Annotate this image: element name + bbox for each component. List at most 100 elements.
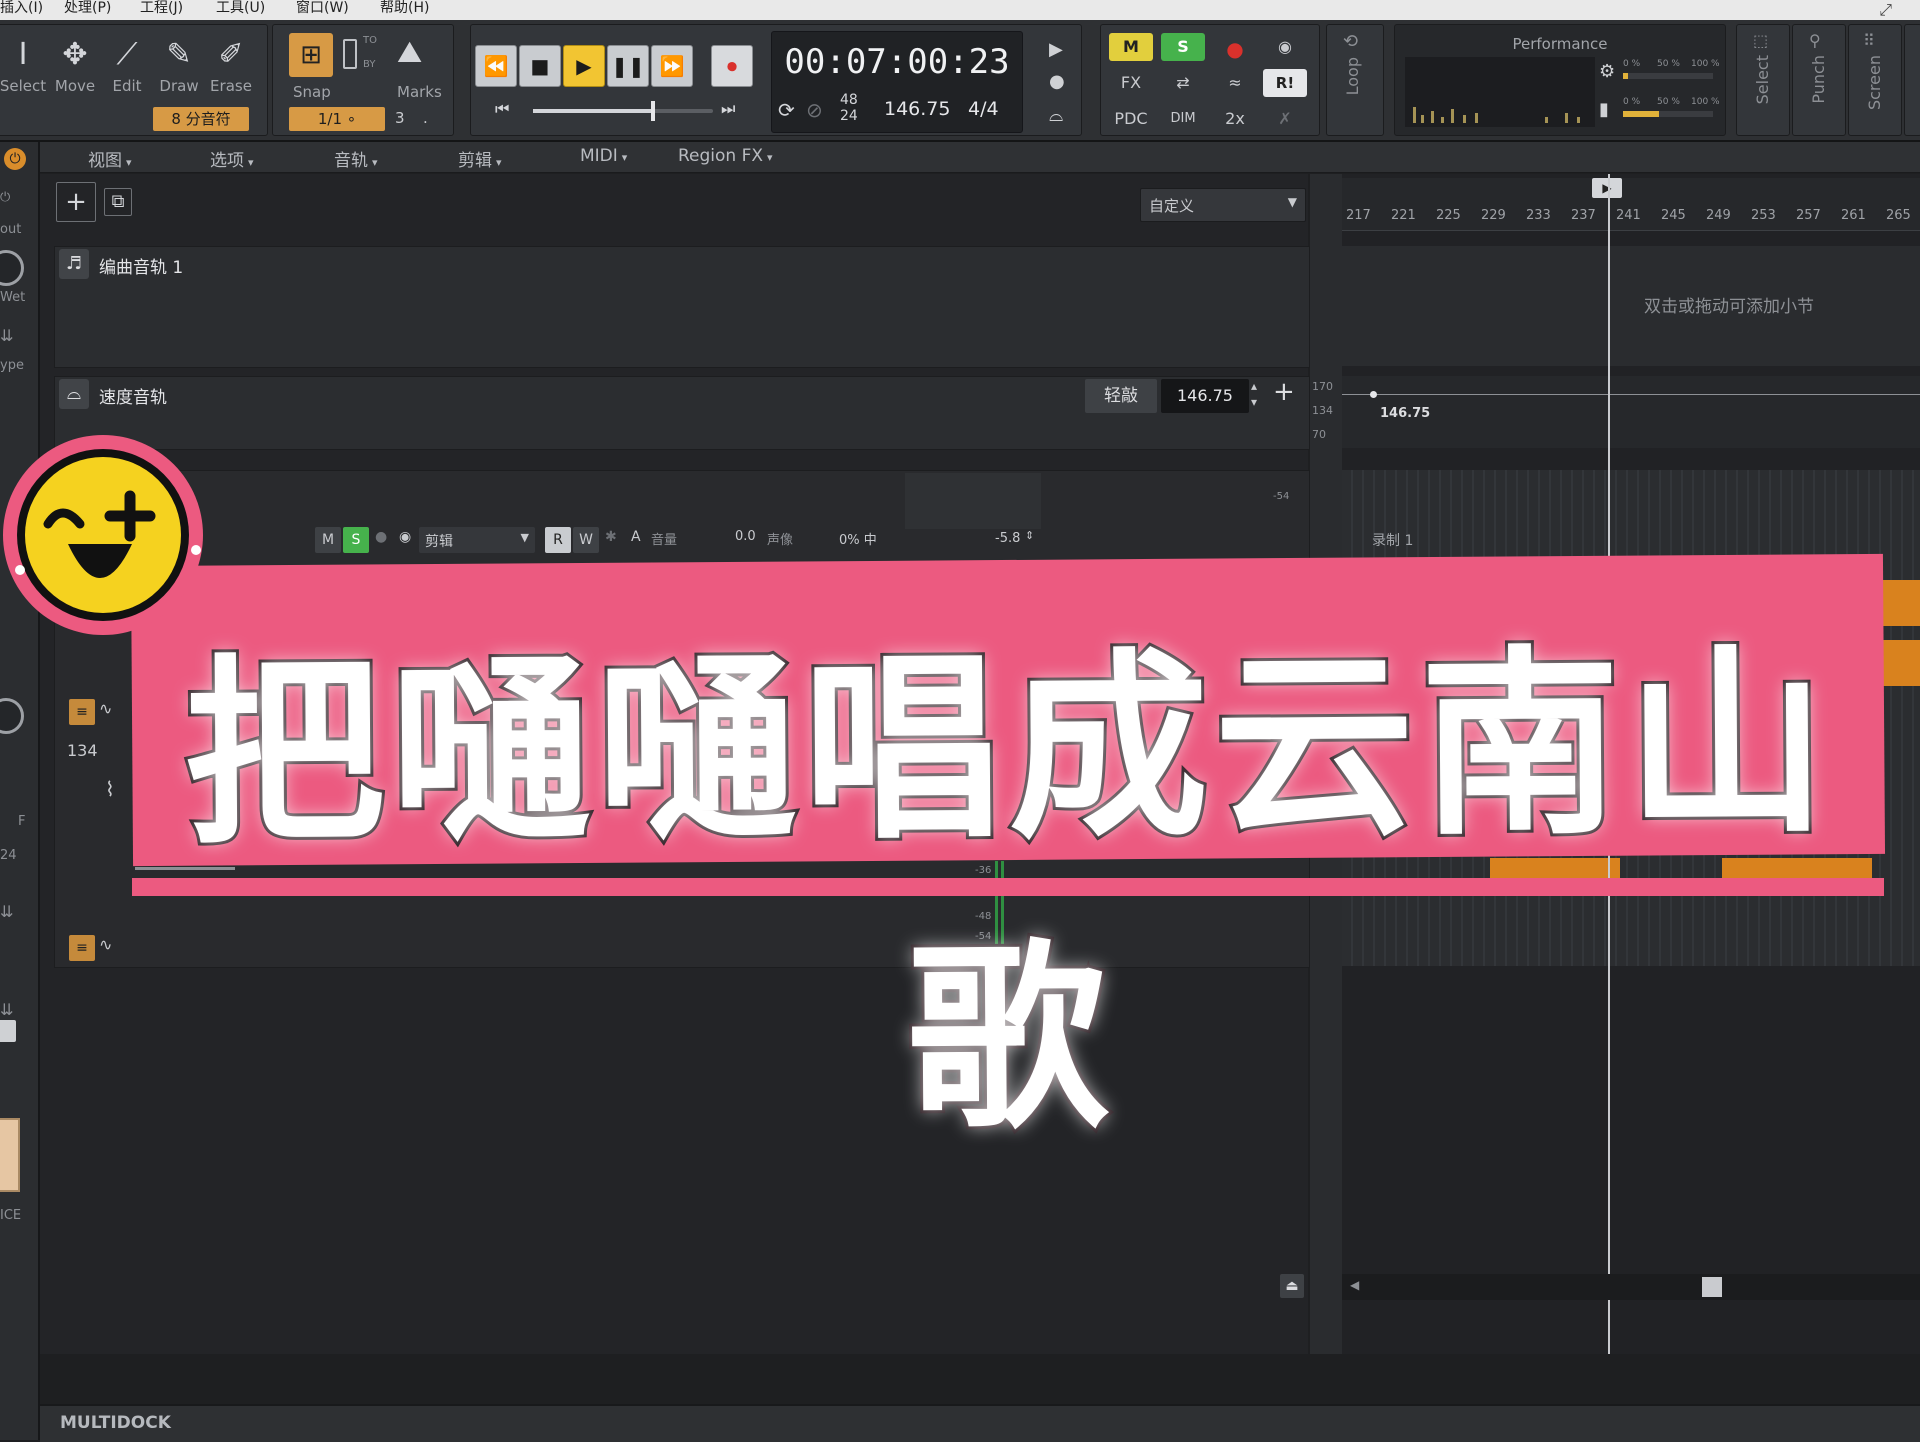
- speaker-icon[interactable]: ◉: [1263, 37, 1307, 56]
- expand-chevron-icon-3[interactable]: ⇊: [0, 1000, 13, 1019]
- tap-tempo-button[interactable]: 轻敲: [1085, 379, 1157, 413]
- go-to-end-icon[interactable]: ⏭: [721, 99, 735, 119]
- note-value-dropdown[interactable]: 8 分音符: [153, 107, 249, 131]
- track-mute-button[interactable]: M: [315, 527, 341, 553]
- tempo-track-name[interactable]: 速度音轨: [99, 383, 167, 408]
- tempo-spinner-up-icon[interactable]: ▴: [1251, 379, 1257, 393]
- monitor-icon[interactable]: ⇄: [1161, 73, 1205, 92]
- pan-value[interactable]: 0% 中: [839, 529, 877, 548]
- timeline-ruler[interactable]: 217 221 225 229 233 237 241 245 249 253 257 261 265 …: [1342, 178, 1920, 231]
- track-layout-button[interactable]: ≡: [69, 699, 95, 725]
- snap-toggle[interactable]: ⊞: [289, 33, 333, 77]
- horizontal-scrollbar[interactable]: ◀: [1342, 1274, 1920, 1300]
- stop-button[interactable]: ■: [519, 45, 561, 87]
- select-range-icon[interactable]: ⬚: [1753, 31, 1768, 50]
- punch-icon[interactable]: ⚲: [1809, 31, 1821, 50]
- tempo-node[interactable]: [1370, 391, 1377, 398]
- solo-all-button[interactable]: S: [1161, 33, 1205, 61]
- marks-icon[interactable]: ⛰: [397, 35, 422, 70]
- add-track-button[interactable]: +: [56, 182, 96, 222]
- draw-tool[interactable]: ✎ Draw: [153, 35, 205, 95]
- move-tool[interactable]: ✥ Move: [49, 35, 101, 95]
- view-menu-midi[interactable]: MIDI ▾: [580, 146, 627, 166]
- record-button[interactable]: ⏺: [711, 45, 753, 87]
- tempo-value-field[interactable]: 146.75: [1161, 379, 1249, 413]
- multidock-bar[interactable]: MULTIDOCK: [40, 1404, 1920, 1442]
- snap-value-dropdown[interactable]: 1/1 ∘: [289, 107, 385, 131]
- arranger-track[interactable]: ♬ 编曲音轨 1: [54, 246, 1310, 368]
- expand-chevron-icon[interactable]: ⇊: [0, 326, 13, 345]
- automation-lane-icon-2[interactable]: ∿: [99, 935, 112, 954]
- expand-icon[interactable]: ⤢: [1879, 0, 1892, 20]
- power-small-icon[interactable]: ⏻: [0, 190, 10, 205]
- arranger-clip-lane[interactable]: 双击或拖动可添加小节: [1342, 246, 1920, 366]
- wet-knob[interactable]: [0, 250, 24, 286]
- tempo-readout[interactable]: 146.75: [884, 98, 950, 120]
- tempo-spinner-down-icon[interactable]: ▾: [1251, 395, 1257, 409]
- mute-all-button[interactable]: M: [1109, 33, 1153, 61]
- menu-help[interactable]: 帮助(H): [380, 0, 429, 16]
- metronome-icon[interactable]: ⌓: [1049, 105, 1063, 126]
- duplicate-track-button[interactable]: ⧉: [104, 188, 132, 216]
- menu-process[interactable]: 处理(P): [64, 0, 111, 16]
- go-to-start-icon[interactable]: ⏮: [495, 99, 509, 119]
- now-time-marker[interactable]: ▶: [1592, 178, 1622, 198]
- metronome-off-icon[interactable]: ⊘: [806, 98, 823, 122]
- pdc-button[interactable]: PDC: [1105, 109, 1157, 128]
- automation-icon[interactable]: ≈: [1213, 73, 1257, 92]
- tempo-lane[interactable]: 170 134 70 146.75: [1312, 376, 1920, 448]
- write-automation-button[interactable]: W: [573, 527, 599, 553]
- track-arm-icon[interactable]: ●: [375, 529, 387, 545]
- track-layout-button-2[interactable]: ≡: [69, 935, 95, 961]
- track-monitor-icon[interactable]: ◉: [399, 529, 411, 545]
- edit-tool[interactable]: ⟋ Edit: [101, 35, 153, 95]
- rewind-button[interactable]: ⏪: [475, 45, 517, 87]
- menu-tools[interactable]: 工具(U): [216, 0, 265, 16]
- track-mode-dropdown[interactable]: 剪辑 ▼: [419, 527, 535, 553]
- position-slider[interactable]: [533, 101, 713, 121]
- screenset-grid-icon[interactable]: ⠿: [1863, 31, 1875, 50]
- play-small-icon[interactable]: ▶: [1049, 39, 1063, 60]
- menu-insert[interactable]: 插入(I): [0, 0, 43, 16]
- automation-lane-icon[interactable]: ∿: [99, 699, 112, 718]
- collapse-dock-button[interactable]: ⏏: [1280, 1274, 1304, 1298]
- record-arm-icon[interactable]: ●: [1213, 37, 1257, 61]
- position-slider-handle[interactable]: [651, 101, 655, 121]
- dim-button[interactable]: DIM: [1161, 111, 1205, 126]
- menu-window[interactable]: 窗口(W): [296, 0, 349, 16]
- tempo-track[interactable]: ⌓ 速度音轨 轻敲 146.75 ▴ ▾ +: [54, 376, 1310, 450]
- read-all-button[interactable]: R!: [1263, 69, 1307, 97]
- peak-spinner-icon[interactable]: ⇕: [1025, 529, 1034, 542]
- track-solo-button[interactable]: S: [343, 527, 369, 553]
- view-menu-tracks[interactable]: 音轨 ▾: [334, 146, 378, 171]
- add-tempo-icon[interactable]: +: [1273, 377, 1295, 407]
- view-menu-region-fx[interactable]: Region FX ▾: [678, 146, 773, 166]
- scroll-left-icon[interactable]: ◀: [1350, 1278, 1359, 1292]
- freeze-icon[interactable]: ✱: [605, 529, 617, 545]
- fx-button[interactable]: FX: [1109, 73, 1153, 92]
- pause-button[interactable]: ❚❚: [607, 45, 649, 87]
- play-button[interactable]: ▶: [563, 45, 605, 87]
- time-display[interactable]: 00:07:00:23 ⟳ ⊘ 48 24 146.75 4/4: [771, 31, 1023, 133]
- power-icon[interactable]: ⏻: [4, 148, 26, 170]
- menu-project[interactable]: 工程(J): [140, 0, 183, 16]
- archive-button[interactable]: A: [631, 529, 641, 545]
- arranger-track-name[interactable]: 编曲音轨 1: [99, 253, 183, 278]
- plugin-thumbnail[interactable]: [0, 1118, 20, 1192]
- track-view-preset-dropdown[interactable]: 自定义 ▼: [1140, 188, 1306, 222]
- sync-icon[interactable]: ⟳: [778, 98, 795, 122]
- dot-icon[interactable]: ●: [1049, 71, 1065, 92]
- fast-forward-button[interactable]: ⏩: [651, 45, 693, 87]
- volume-value[interactable]: 0.0: [735, 529, 756, 544]
- expand-chevron-icon-2[interactable]: ⇊: [0, 902, 13, 921]
- erase-tool[interactable]: ✐ Erase: [205, 35, 257, 95]
- scrollbar-thumb[interactable]: [1702, 1277, 1722, 1297]
- view-menu-view[interactable]: 视图 ▾: [88, 146, 132, 171]
- view-menu-options[interactable]: 选项 ▾: [210, 146, 254, 171]
- speed-button[interactable]: 2x: [1213, 109, 1257, 128]
- snap-by-switch[interactable]: [343, 39, 357, 69]
- select-tool[interactable]: I Select: [0, 35, 49, 95]
- loop-icon[interactable]: ⟲: [1343, 31, 1358, 52]
- disable-automation-icon[interactable]: ✗: [1263, 109, 1307, 128]
- f-knob[interactable]: [0, 698, 24, 734]
